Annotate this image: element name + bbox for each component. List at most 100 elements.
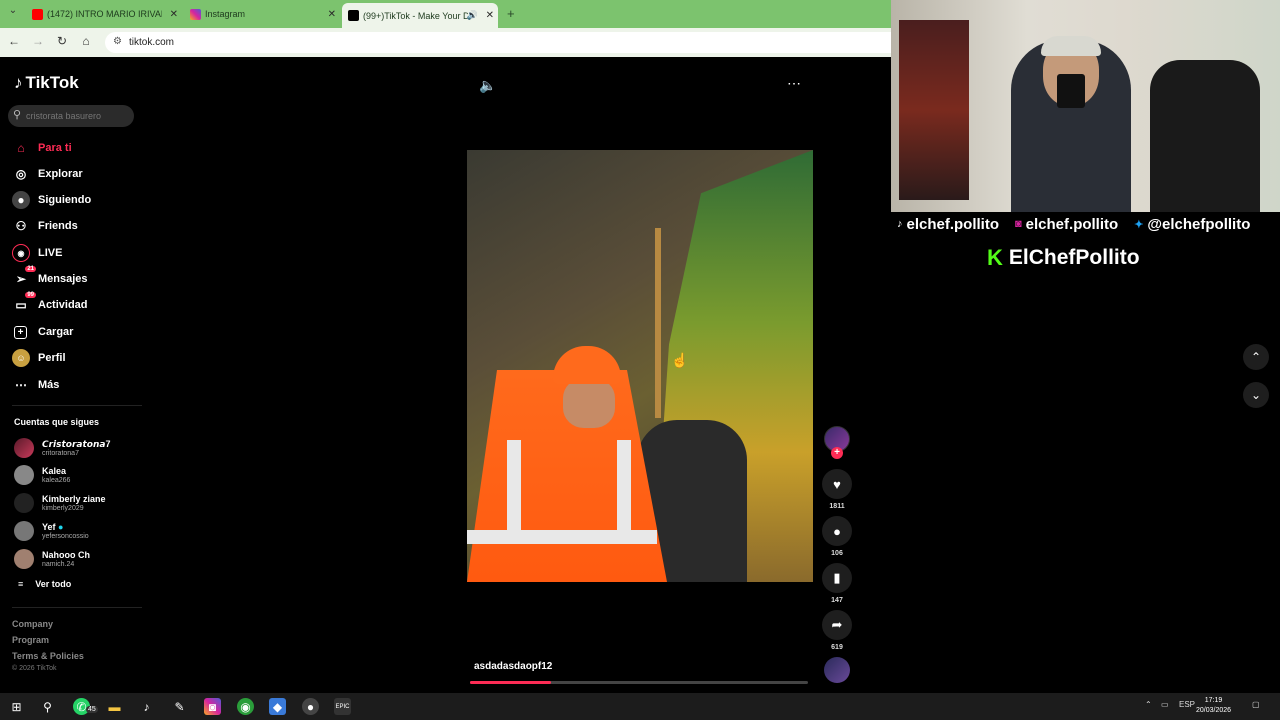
nav-item-para-ti[interactable]: ⌂ Para ti — [12, 138, 71, 158]
language-indicator[interactable]: ESP — [1179, 700, 1195, 709]
video-scene-helmet — [553, 346, 621, 384]
video-player[interactable] — [467, 150, 813, 582]
site-info-icon[interactable]: ⚙ — [113, 36, 122, 47]
followed-account[interactable]: 𝘾𝙧𝙞𝙨𝙩𝙤𝙧𝙖𝙩𝙤𝙣𝙖7 critoratona7 — [14, 436, 110, 460]
video-progress-bar[interactable] — [470, 681, 808, 684]
heart-icon[interactable]: ♥ — [822, 469, 852, 499]
followed-account[interactable]: Kimberly ziane kimberly2029 — [14, 491, 106, 515]
nav-item-friends[interactable]: ⚇ Friends — [12, 216, 78, 236]
save-action[interactable]: ▮ 147 — [822, 563, 852, 604]
video-scene-stripe — [617, 440, 631, 530]
video-caption: asdadasdaopf12 — [474, 661, 553, 672]
nav-item-actividad[interactable]: ▭ 99 Actividad — [12, 292, 88, 315]
url-bar[interactable]: ⚙ tiktok.com — [105, 32, 891, 53]
avatar — [14, 549, 34, 569]
like-action[interactable]: ♥ 1811 — [822, 469, 852, 510]
nav-item-mensajes[interactable]: ➢ 21 Mensajes — [12, 266, 88, 289]
reload-button[interactable]: ↻ — [54, 34, 70, 48]
share-action[interactable]: ➦ 619 — [822, 610, 852, 651]
see-all-button[interactable]: ≡ Ver todo — [18, 579, 71, 589]
close-icon[interactable]: ✕ — [328, 9, 336, 20]
nav-item-explorar[interactable]: ◎ Explorar — [12, 164, 83, 184]
search-input[interactable] — [26, 108, 130, 124]
like-count: 1811 — [829, 503, 845, 510]
friends-icon: ⚇ — [15, 219, 27, 233]
logo-text: TikTok — [25, 73, 79, 92]
followed-account[interactable]: Yef ● yefersoncossio — [14, 519, 89, 543]
more-icon: ⋯ — [15, 378, 27, 392]
tab-search-button[interactable]: ⌄ — [5, 5, 21, 16]
account-name: Yef ● — [42, 521, 64, 532]
footer-link-terms[interactable]: Terms & Policies — [12, 651, 84, 661]
close-icon[interactable]: ✕ — [170, 9, 178, 20]
profile-icon: ☺ — [12, 349, 30, 367]
tab-tiktok[interactable]: (99+)TikTok - Make Your D 🔊 ✕ — [342, 3, 498, 28]
tab-title: (1472) INTRO MARIO IRIVARE — [47, 9, 162, 19]
nav-item-live[interactable]: ◉ LIVE — [12, 243, 62, 263]
nav-label: Siguiendo — [38, 194, 92, 206]
account-username: namich.24 — [42, 560, 75, 568]
speaker-icon[interactable]: 🔊 — [467, 10, 478, 21]
volume-icon[interactable]: 🔈 — [479, 77, 496, 94]
tool-icon[interactable]: ◆ — [269, 698, 286, 715]
follow-button[interactable]: + — [831, 447, 843, 459]
windows-start-icon[interactable]: ⊞ — [8, 698, 25, 715]
instagram-icon: ◙ — [1015, 218, 1022, 230]
nav-label: Actividad — [38, 299, 88, 311]
tiktok-logo[interactable]: ♪ TikTok — [14, 73, 79, 93]
comment-icon[interactable]: ● — [822, 516, 852, 546]
epic-games-icon[interactable]: EPIC — [334, 698, 351, 715]
mouse-cursor-icon: ☝ — [671, 352, 689, 368]
search-icon: ⚲ — [13, 109, 22, 121]
comment-action[interactable]: ● 106 — [822, 516, 852, 557]
nav-label: Friends — [38, 220, 78, 232]
social-handles: ♪ elchef.pollito ◙ elchef.pollito ✦ @elc… — [891, 214, 1280, 234]
nav-item-siguiendo[interactable]: ● Siguiendo — [12, 190, 91, 210]
video-scene-pole — [655, 228, 661, 418]
file-explorer-icon[interactable]: ▬ — [106, 698, 123, 715]
forward-button[interactable]: → — [30, 34, 46, 48]
home-button[interactable]: ⌂ — [78, 34, 94, 48]
footer-link-company[interactable]: Company — [12, 619, 53, 629]
search-box[interactable]: ⚲ — [8, 105, 134, 127]
sound-disc-icon[interactable] — [824, 657, 850, 683]
account-name: Nahooo Ch — [42, 549, 90, 560]
share-icon[interactable]: ➦ — [822, 610, 852, 640]
close-icon[interactable]: ✕ — [486, 10, 494, 21]
more-options-icon[interactable]: ⋯ — [787, 75, 801, 92]
followed-account[interactable]: Nahooo Ch namich.24 — [14, 547, 90, 571]
footer-link-program[interactable]: Program — [12, 635, 49, 645]
new-tab-button[interactable]: + — [507, 6, 515, 21]
system-clock[interactable]: 17:19 20/03/2026 — [1196, 696, 1231, 716]
tiktok-icon[interactable]: ♪ — [138, 698, 155, 715]
back-button[interactable]: ← — [6, 34, 22, 48]
bookmark-icon[interactable]: ▮ — [822, 563, 852, 593]
tab-youtube[interactable]: (1472) INTRO MARIO IRIVARE ✕ — [26, 4, 182, 24]
tiktok-icon: ♪ — [897, 218, 903, 230]
previous-video-button[interactable]: ⌃ — [1243, 344, 1269, 370]
compass-icon: ◎ — [15, 167, 27, 181]
followed-account[interactable]: Kalea kalea266 — [14, 463, 70, 487]
obs-icon[interactable]: ● — [302, 698, 319, 715]
sidebar-divider — [12, 607, 142, 608]
search-icon[interactable]: ⚲ — [39, 698, 56, 715]
nav-item-cargar[interactable]: + Cargar — [12, 322, 73, 342]
tab-instagram[interactable]: Instagram ✕ — [184, 4, 340, 24]
verified-icon: ● — [58, 521, 64, 532]
tray-chevron-icon[interactable]: ⌃ — [1145, 700, 1152, 709]
notification-icon[interactable]: ▢ — [1252, 700, 1260, 709]
tiktok-page: ♪ TikTok ⚲ ⌂ Para ti ◎ Explorar ● Siguie… — [0, 57, 891, 693]
chrome-icon[interactable]: ◉ — [237, 698, 254, 715]
comment-count: 106 — [831, 550, 843, 557]
windows-taskbar: ⊞ ⚲ ✆ 45 ▬ ♪ ✎ ◙ ◉ ◆ ● EPIC ⌃ ▭ ♪ ESP 17… — [0, 693, 1280, 720]
tiktok-icon — [348, 10, 359, 21]
instagram-icon[interactable]: ◙ — [204, 698, 221, 715]
nav-item-mas[interactable]: ⋯ Más — [12, 375, 59, 395]
network-icon[interactable]: ▭ — [1161, 700, 1169, 709]
next-video-button[interactable]: ⌄ — [1243, 382, 1269, 408]
nav-item-perfil[interactable]: ☺ Perfil — [12, 348, 66, 368]
cam-poster — [899, 20, 969, 200]
following-icon: ● — [12, 191, 30, 209]
account-username: yefersoncossio — [42, 532, 89, 540]
app-icon[interactable]: ✎ — [171, 698, 188, 715]
